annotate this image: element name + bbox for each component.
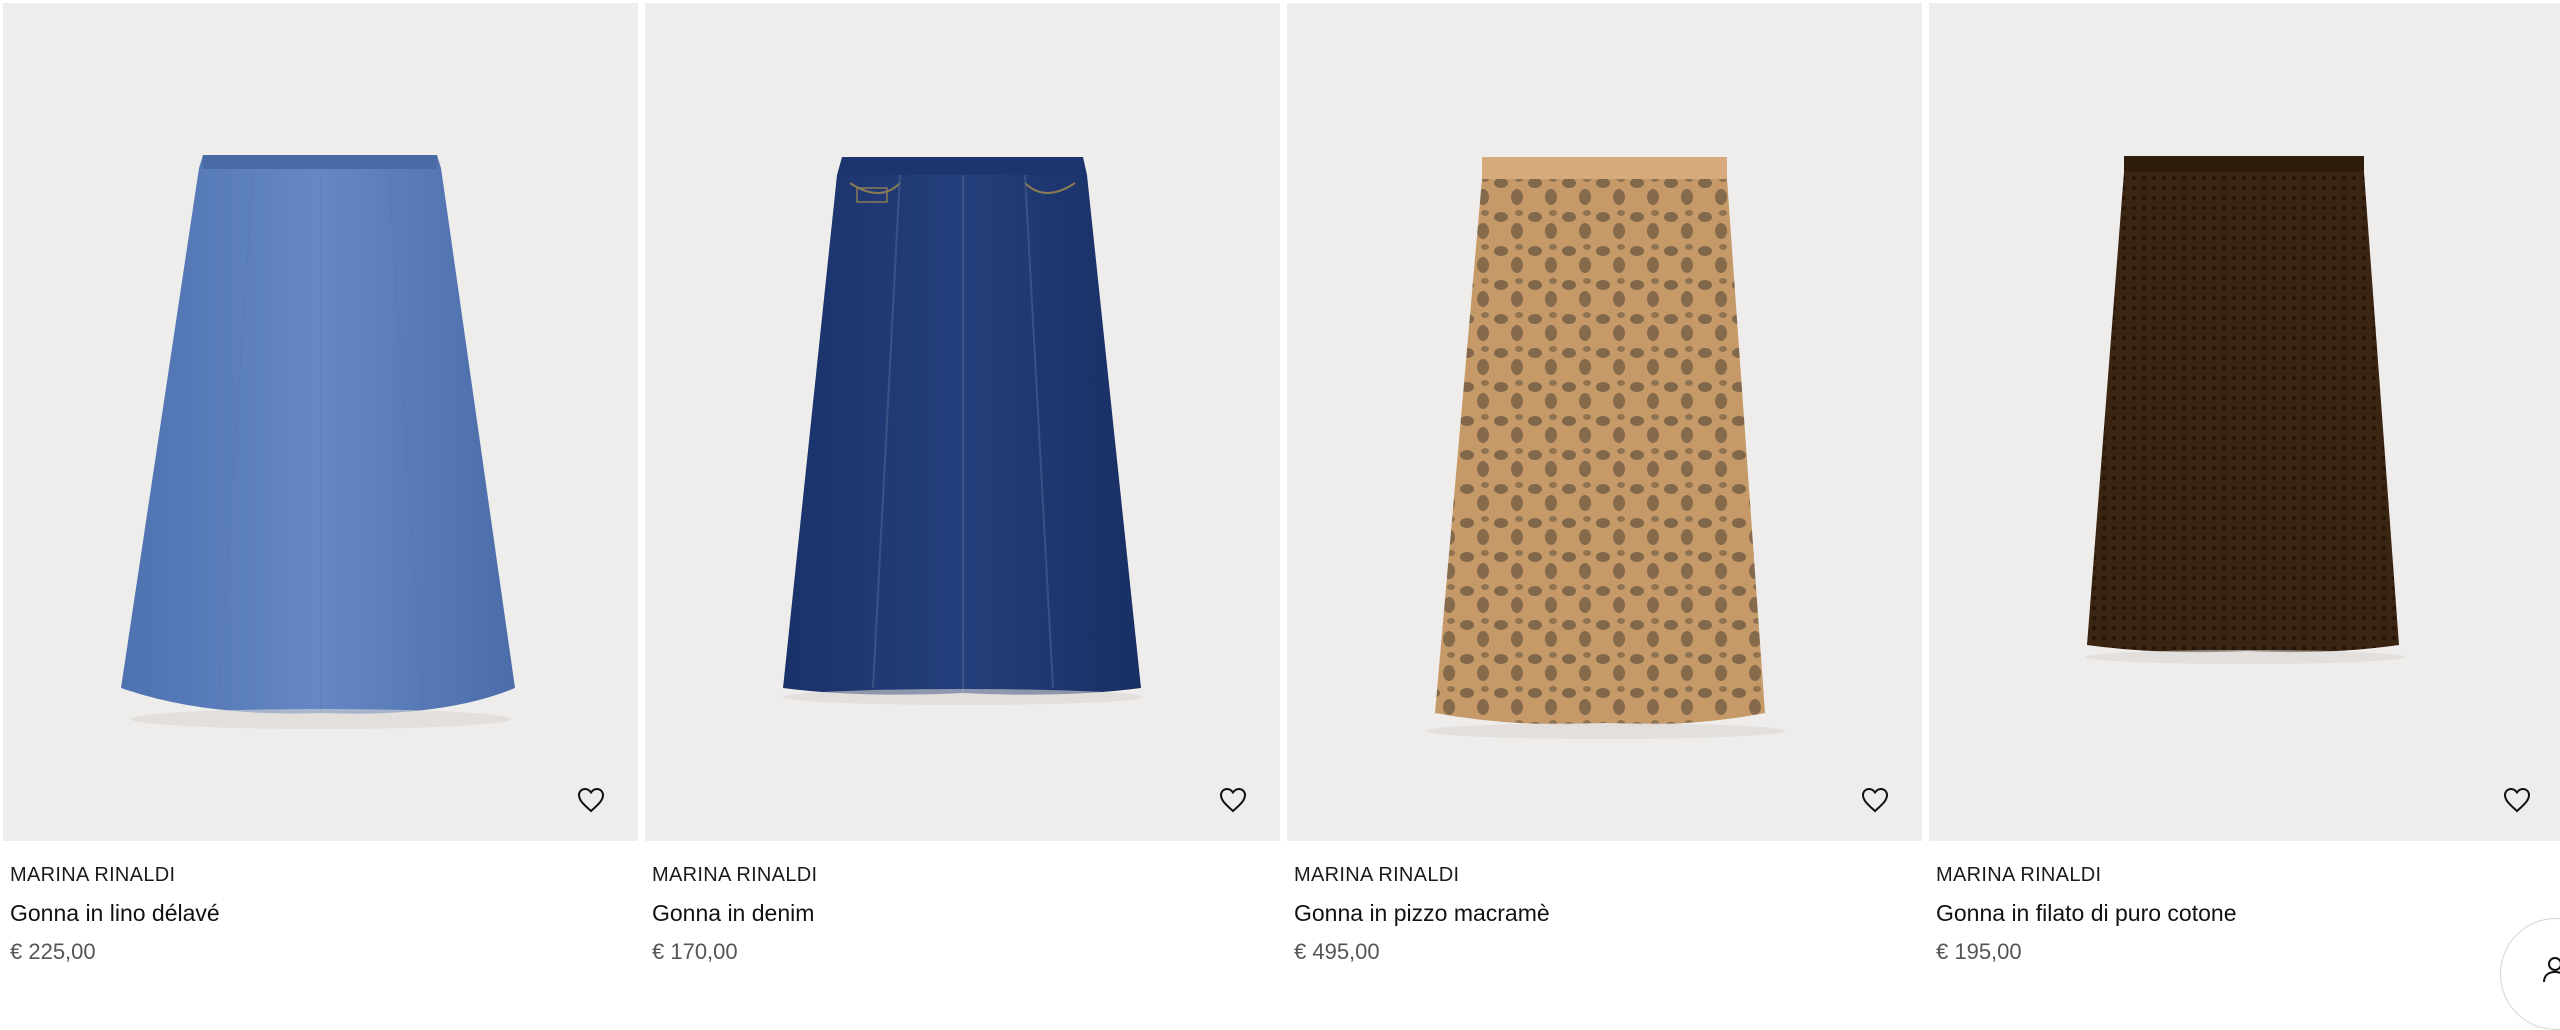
knit-skirt-image [2085, 156, 2405, 664]
product-price: € 225,00 [10, 939, 96, 964]
product-price: € 495,00 [1294, 939, 1380, 964]
wishlist-button[interactable] [574, 783, 608, 817]
product-info: MARINA RINALDI Gonna in denim € 170,00 [652, 862, 1280, 966]
product-image[interactable] [3, 3, 638, 841]
product-brand: MARINA RINALDI [10, 864, 176, 886]
product-brand: MARINA RINALDI [1936, 864, 2102, 886]
product-name[interactable]: Gonna in lino délavé [10, 898, 638, 928]
product-info: MARINA RINALDI Gonna in lino délavé € 22… [10, 862, 638, 966]
product-info: MARINA RINALDI Gonna in pizzo macramè € … [1294, 862, 1922, 966]
product-card[interactable]: MARINA RINALDI Gonna in lino délavé € 22… [3, 0, 638, 975]
product-brand: MARINA RINALDI [652, 864, 818, 886]
product-card[interactable]: MARINA RINALDI Gonna in denim € 170,00 [645, 0, 1280, 975]
product-brand: MARINA RINALDI [1294, 864, 1460, 886]
heart-icon [2503, 787, 2531, 813]
product-image[interactable] [1929, 3, 2560, 841]
product-card[interactable]: MARINA RINALDI Gonna in filato di puro c… [1929, 0, 2560, 975]
lace-skirt-image [1425, 157, 1785, 739]
wishlist-button[interactable] [2500, 783, 2534, 817]
product-image[interactable] [1287, 3, 1922, 841]
denim-skirt-image [783, 157, 1143, 705]
user-icon [2543, 957, 2560, 983]
product-card[interactable]: MARINA RINALDI Gonna in pizzo macramè € … [1287, 0, 1922, 975]
product-grid: MARINA RINALDI Gonna in lino délavé € 22… [0, 0, 2560, 975]
product-name[interactable]: Gonna in denim [652, 898, 1280, 928]
product-name[interactable]: Gonna in filato di puro cotone [1936, 898, 2560, 928]
linen-skirt-image [121, 155, 515, 729]
product-image[interactable] [645, 3, 1280, 841]
heart-icon [1861, 787, 1889, 813]
product-price: € 195,00 [1936, 939, 2022, 964]
product-info: MARINA RINALDI Gonna in filato di puro c… [1936, 862, 2560, 966]
heart-icon [1219, 787, 1247, 813]
product-price: € 170,00 [652, 939, 738, 964]
heart-icon [577, 787, 605, 813]
wishlist-button[interactable] [1858, 783, 1892, 817]
wishlist-button[interactable] [1216, 783, 1250, 817]
product-name[interactable]: Gonna in pizzo macramè [1294, 898, 1922, 928]
